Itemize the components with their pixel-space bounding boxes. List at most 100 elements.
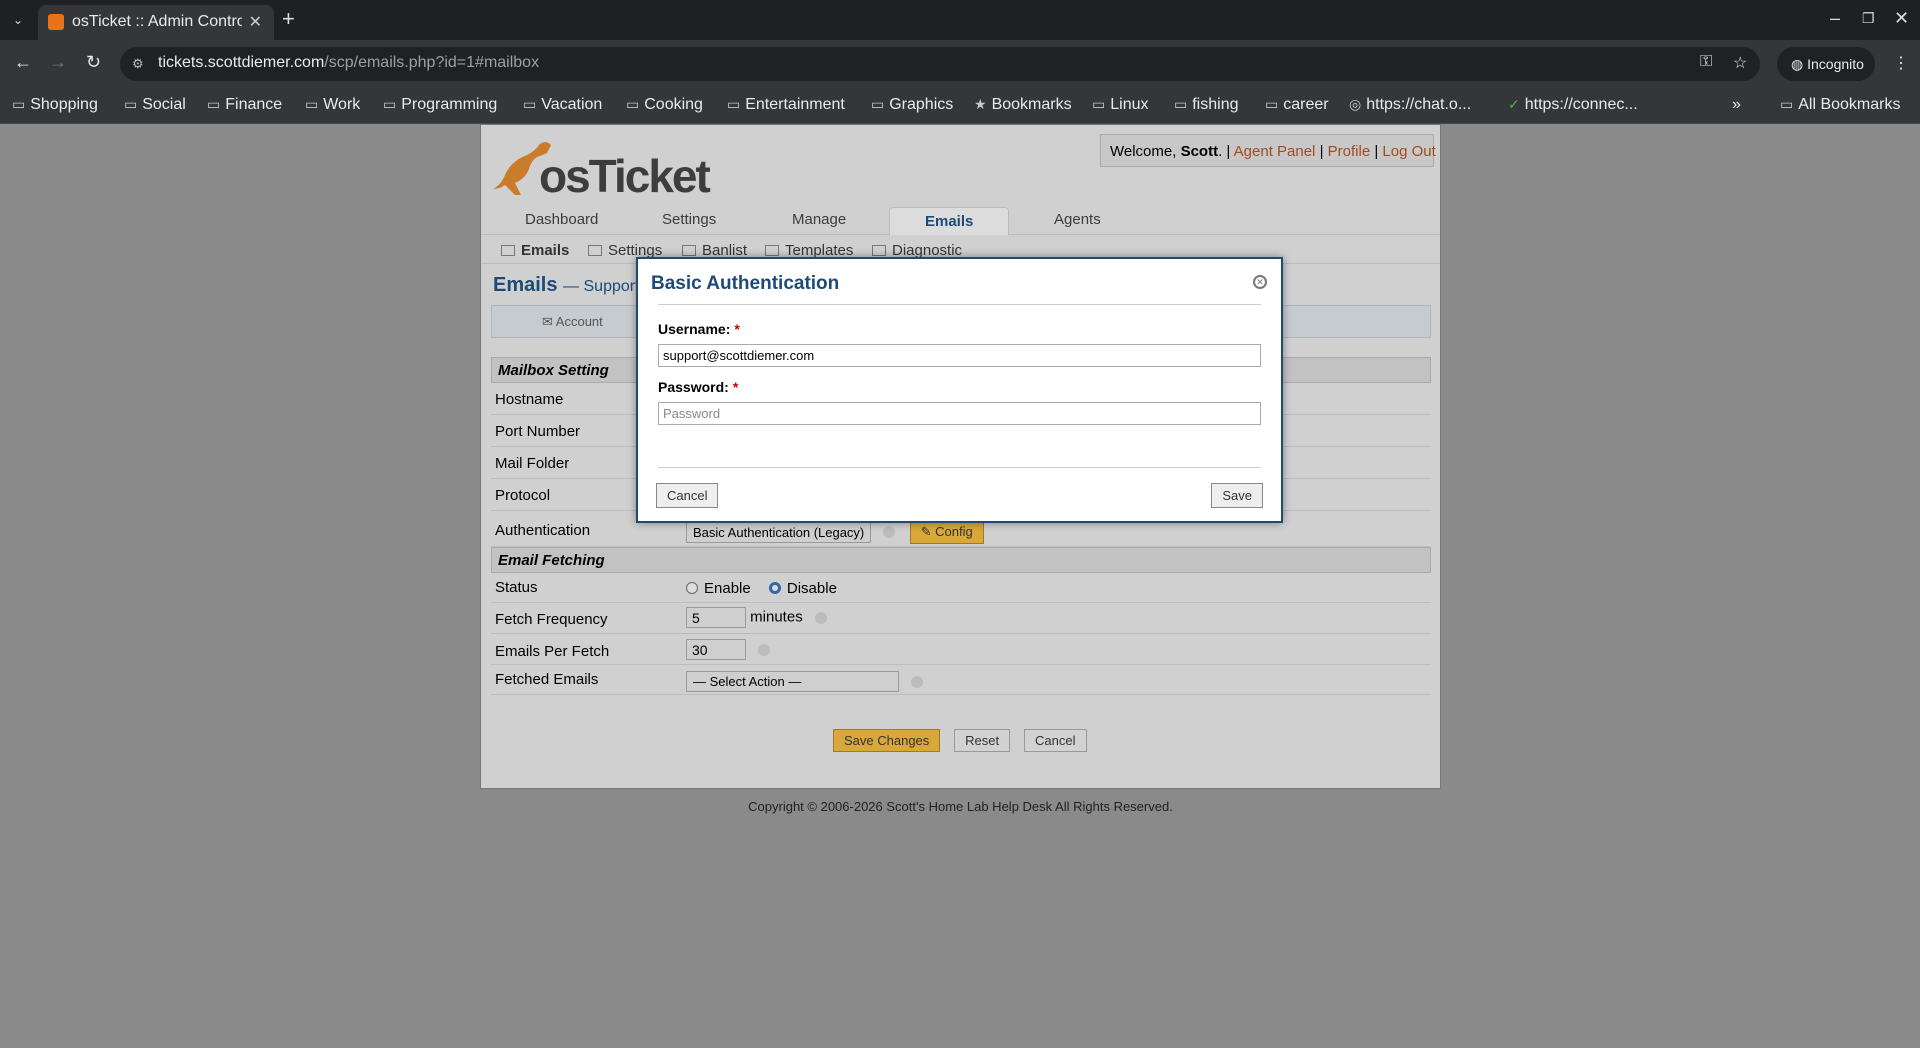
edit-icon: ✎ — [920, 524, 936, 539]
maximize-icon[interactable]: ❐ — [1862, 10, 1875, 27]
browser-tabstrip: ⌄ osTicket :: Admin Control Panel ✕ + – … — [0, 0, 1920, 40]
tab-manage[interactable]: Manage — [792, 211, 846, 228]
back-icon[interactable]: ← — [14, 52, 32, 73]
section-fetching: Email Fetching — [491, 547, 1431, 573]
globe-icon: ◎ — [1349, 96, 1362, 112]
folder-icon: ▭ — [1174, 96, 1188, 112]
tab-close-icon[interactable]: ✕ — [249, 12, 262, 32]
star-icon: ★ — [974, 96, 987, 112]
envelope-icon: ✉ — [542, 314, 556, 329]
more-bookmarks-icon[interactable]: » — [1732, 96, 1741, 114]
incognito-badge[interactable]: ◍ Incognito — [1777, 47, 1875, 81]
form-actions: Save Changes Reset Cancel — [833, 729, 1087, 752]
agent-panel-link[interactable]: Agent Panel — [1234, 143, 1316, 160]
profile-link[interactable]: Profile — [1328, 143, 1371, 160]
bookmark-folder[interactable]: ▭ Graphics — [871, 96, 953, 114]
bookmark-folder[interactable]: ▭ Vacation — [523, 96, 602, 114]
close-icon[interactable]: ✕ — [1253, 275, 1267, 289]
dialog-save-button[interactable]: Save — [1211, 483, 1263, 508]
folder-icon: ▭ — [626, 96, 640, 112]
new-tab-icon[interactable]: + — [282, 6, 295, 32]
bookmark-item[interactable]: ◎ https://chat.o... — [1349, 96, 1471, 114]
browser-toolbar: ← → ↻ ⚙ tickets.scottdiemer.com/scp/emai… — [0, 40, 1920, 88]
address-bar[interactable]: ⚙ tickets.scottdiemer.com/scp/emails.php… — [120, 47, 1760, 81]
osticket-logo[interactable]: osTicket — [491, 129, 711, 202]
password-label: Password: * — [658, 379, 739, 395]
bookmark-item[interactable]: ★ Bookmarks — [974, 96, 1072, 114]
password-key-icon[interactable]: ⚿ — [1700, 53, 1712, 71]
bookmark-folder[interactable]: ▭ career — [1265, 96, 1329, 114]
dialog-title: Basic Authentication — [651, 273, 840, 294]
incognito-icon: ◍ — [1791, 56, 1808, 72]
help-icon[interactable] — [758, 643, 771, 656]
main-nav: Dashboard Settings Manage Emails Agents — [481, 203, 1440, 235]
browser-tab[interactable]: osTicket :: Admin Control Panel ✕ — [38, 5, 274, 40]
per-fetch-input[interactable]: 30 — [686, 639, 746, 660]
checkmark-icon: ✓ — [1508, 96, 1520, 112]
logout-link[interactable]: Log Out — [1382, 143, 1435, 160]
bookmark-item[interactable]: ✓ https://connec... — [1508, 96, 1638, 114]
folder-icon: ▭ — [383, 96, 397, 112]
all-bookmarks[interactable]: ▭ All Bookmarks — [1780, 96, 1900, 114]
config-button[interactable]: ✎ Config — [909, 520, 984, 544]
bookmark-folder[interactable]: ▭ Cooking — [626, 96, 703, 114]
reload-icon[interactable]: ↻ — [86, 52, 101, 73]
folder-icon: ▭ — [727, 96, 741, 112]
window-close-icon[interactable]: ✕ — [1894, 8, 1909, 29]
enable-radio[interactable] — [686, 582, 698, 594]
bookmark-folder[interactable]: ▭ Linux — [1092, 96, 1148, 114]
forward-icon[interactable]: → — [49, 52, 67, 73]
templates-icon — [765, 245, 779, 256]
save-changes-button[interactable]: Save Changes — [833, 729, 941, 752]
tab-title: osTicket :: Admin Control Panel — [72, 13, 242, 30]
help-icon[interactable] — [814, 611, 827, 624]
divider — [658, 304, 1261, 305]
fetched-action-select[interactable]: — Select Action — — [686, 671, 899, 692]
row-fetched-emails: Fetched Emails — Select Action — — [491, 665, 1431, 695]
bookmark-folder[interactable]: ▭ Entertainment — [727, 96, 845, 114]
cancel-button[interactable]: Cancel — [1024, 729, 1087, 752]
tab-agents[interactable]: Agents — [1054, 211, 1101, 228]
username-input[interactable]: support@scottdiemer.com — [658, 344, 1261, 367]
bookmarks-bar: ▭ Shopping ▭ Social ▭ Finance ▭ Work ▭ Progra… — [0, 88, 1920, 124]
folder-icon: ▭ — [12, 96, 26, 112]
bookmark-star-icon[interactable]: ☆ — [1733, 53, 1747, 73]
folder-icon: ▭ — [207, 96, 221, 112]
subnav-emails[interactable]: Emails — [501, 242, 569, 259]
envelope-icon — [501, 245, 515, 256]
bookmark-folder[interactable]: ▭ Social — [124, 96, 186, 114]
bookmark-folder[interactable]: ▭ Work — [305, 96, 360, 114]
tab-emails[interactable]: Emails — [889, 207, 1010, 235]
reset-button[interactable]: Reset — [954, 729, 1011, 752]
minimize-icon[interactable]: – — [1830, 8, 1840, 29]
help-icon[interactable] — [883, 526, 896, 539]
folder-icon: ▭ — [1780, 96, 1794, 112]
frequency-input[interactable]: 5 — [686, 607, 746, 628]
tab-search-icon[interactable]: ⌄ — [6, 10, 30, 30]
folder-icon: ▭ — [523, 96, 537, 112]
welcome-bar: Welcome, Scott. | Agent Panel | Profile … — [1100, 134, 1436, 167]
banlist-icon — [682, 245, 696, 256]
authentication-select[interactable]: Basic Authentication (Legacy) — [686, 521, 872, 543]
bookmark-folder[interactable]: ▭ Finance — [207, 96, 282, 114]
menu-icon[interactable]: ⋮ — [1893, 53, 1909, 73]
row-frequency: Fetch Frequency 5 minutes — [491, 603, 1431, 634]
folder-icon: ▭ — [124, 96, 138, 112]
basic-auth-dialog: Basic Authentication ✕ Username: * suppor… — [636, 257, 1283, 523]
dialog-cancel-button[interactable]: Cancel — [656, 483, 719, 508]
folder-icon: ▭ — [1265, 96, 1279, 112]
tab-account[interactable]: ✉ Account — [542, 314, 603, 330]
password-input[interactable]: Password — [658, 402, 1261, 425]
row-status: Status Enable Disable — [491, 573, 1431, 603]
site-info-icon[interactable]: ⚙ — [132, 56, 144, 72]
divider — [658, 467, 1261, 468]
bookmark-folder[interactable]: ▭ Shopping — [12, 96, 98, 114]
tab-settings[interactable]: Settings — [662, 211, 716, 228]
settings-icon — [588, 245, 602, 256]
disable-radio[interactable] — [768, 582, 781, 594]
tab-dashboard[interactable]: Dashboard — [525, 211, 598, 228]
help-icon[interactable] — [911, 675, 924, 688]
bookmark-folder[interactable]: ▭ fishing — [1174, 96, 1238, 114]
bookmark-folder[interactable]: ▭ Programming — [383, 96, 497, 114]
username-label: Username: * — [658, 321, 740, 337]
